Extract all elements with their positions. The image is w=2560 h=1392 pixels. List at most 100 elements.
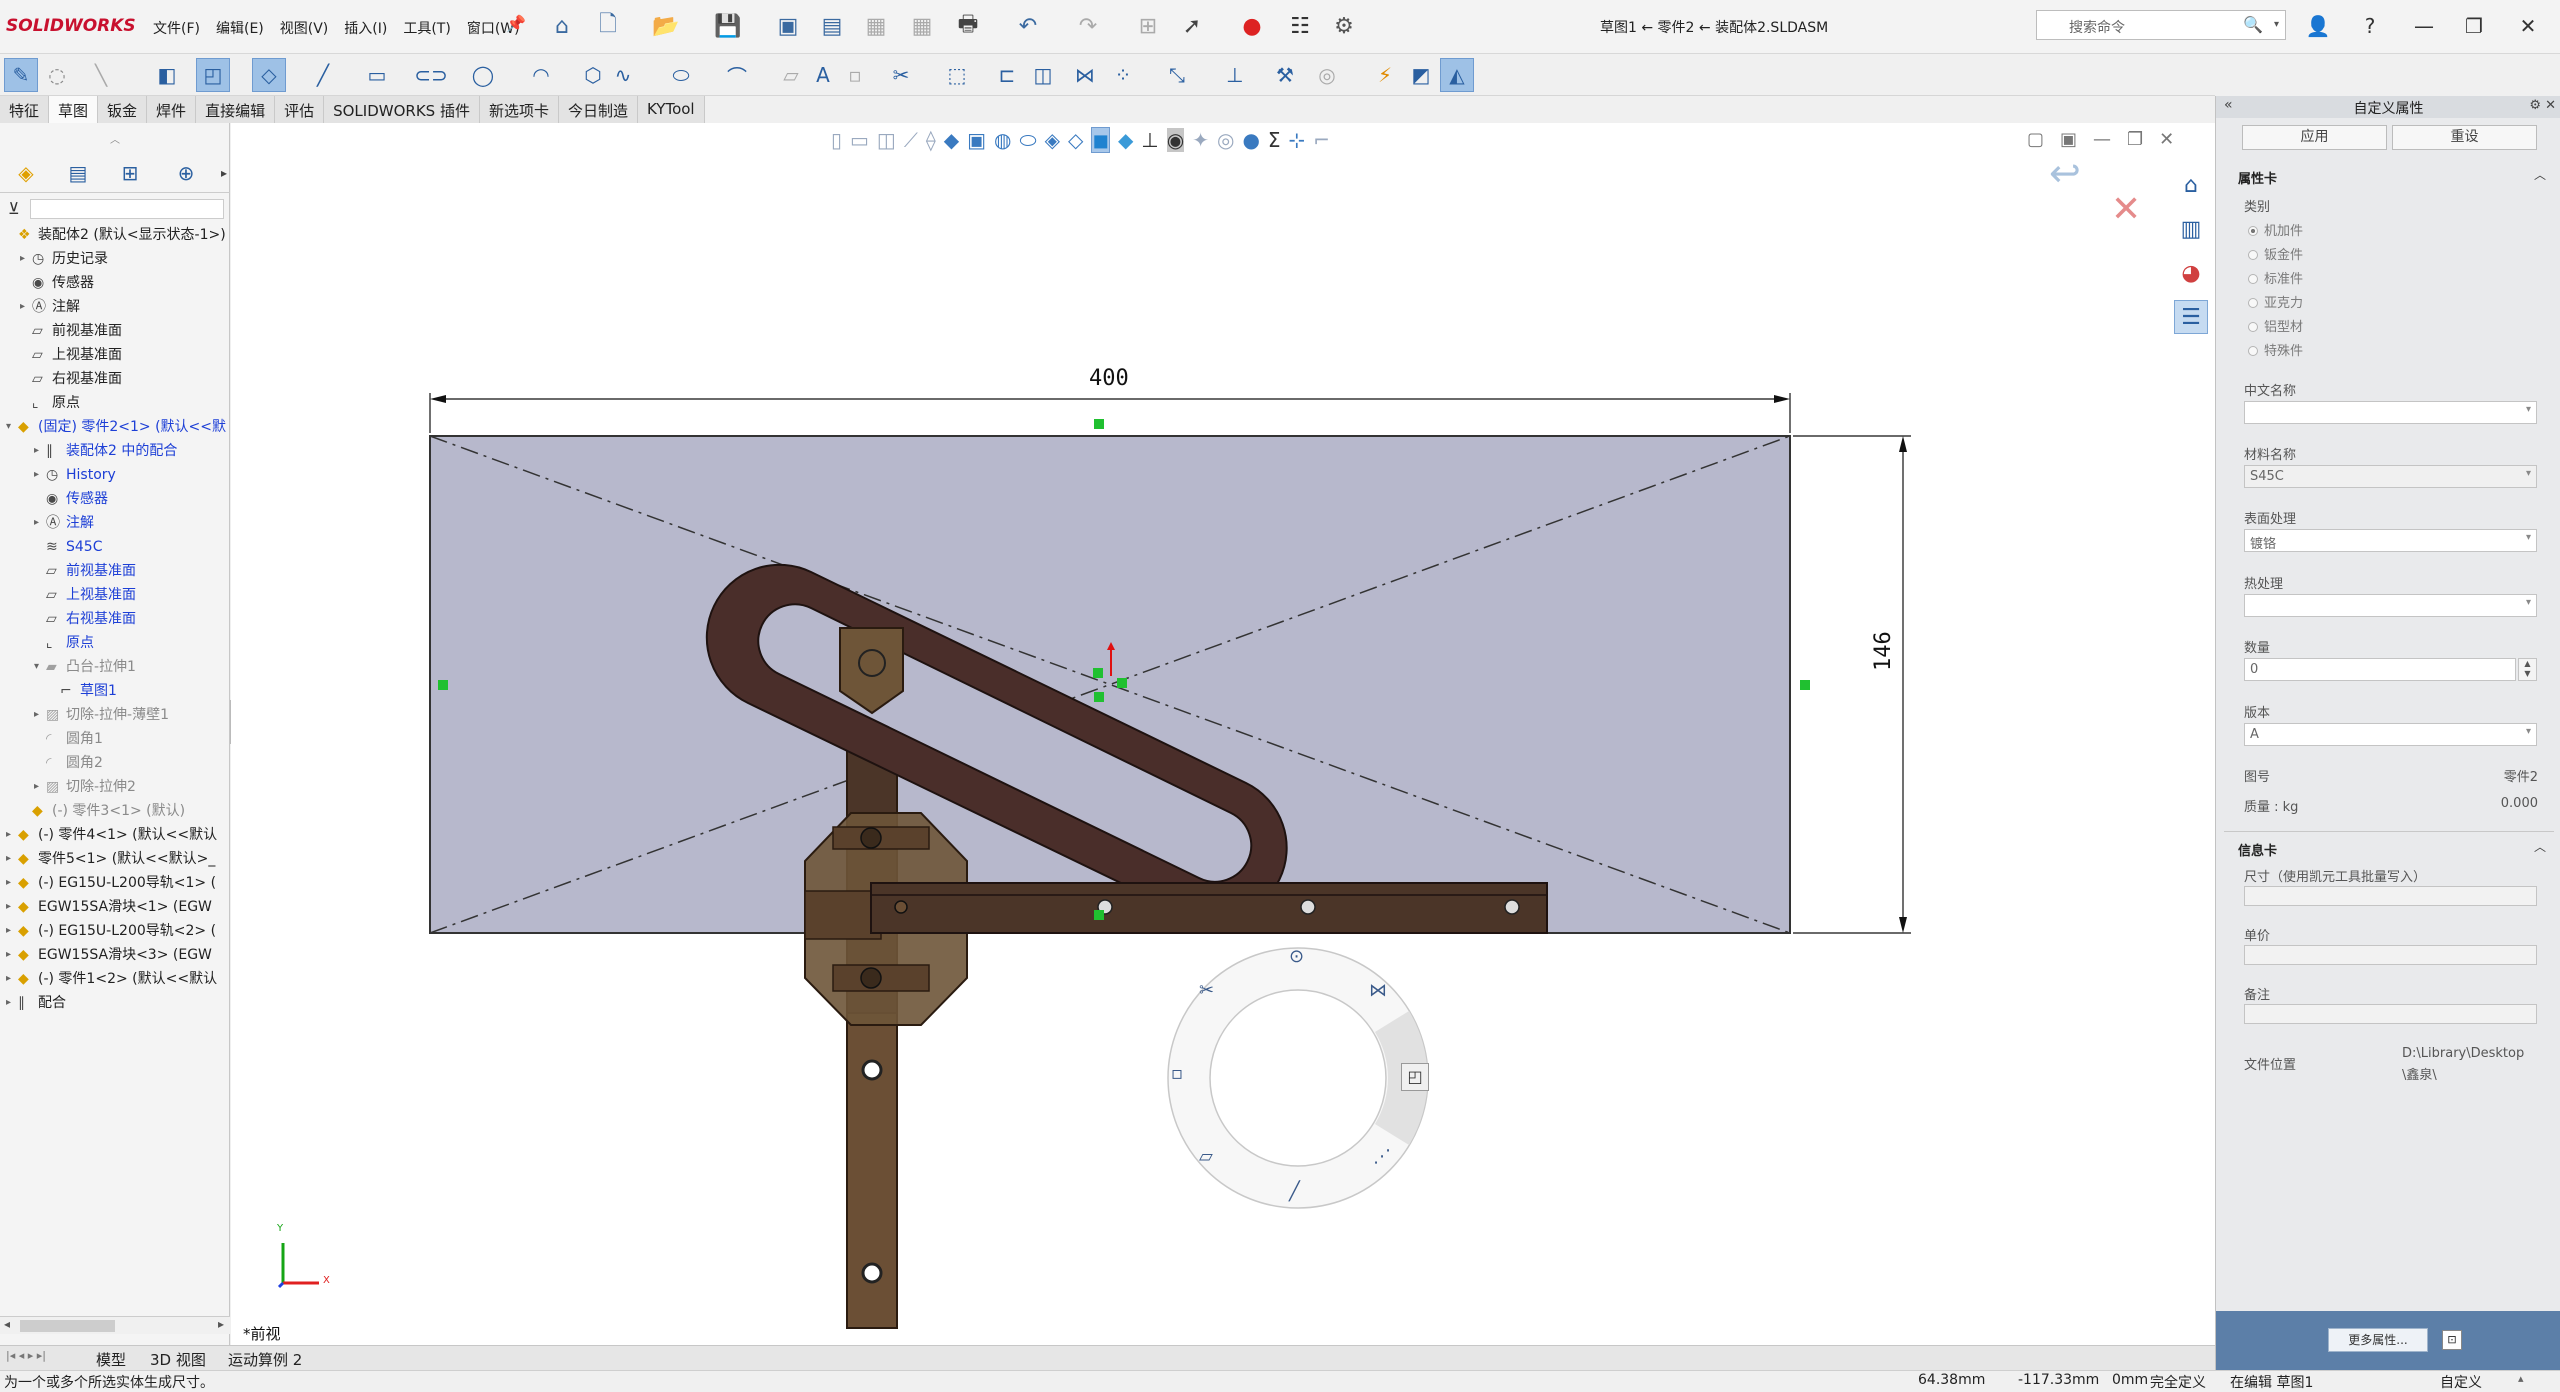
radio-acrylic[interactable]: 亚克力	[2248, 292, 2303, 311]
tree-item[interactable]: ▸ ▨ 切除-拉伸2	[0, 775, 230, 799]
shaded-sketch-icon[interactable]: ◭	[1440, 58, 1474, 92]
tree-item[interactable]: ⌞ 原点	[0, 391, 230, 415]
text-icon[interactable]: A	[806, 58, 840, 92]
config-manager-tab-icon[interactable]: ⊞	[112, 157, 148, 189]
menu-insert[interactable]: 插入(I)	[336, 18, 395, 38]
tree-item[interactable]: ▸ Ⓐ 注解	[0, 511, 230, 535]
tree-expander-icon[interactable]: ▸	[6, 871, 18, 895]
trim-icon[interactable]: ✂	[884, 58, 918, 92]
traffic-light-icon[interactable]: ●	[1236, 10, 1268, 42]
tree-expander-icon[interactable]: ▸	[6, 991, 18, 1015]
radio-standard[interactable]: 标准件	[2248, 268, 2303, 287]
undo-icon[interactable]: ↶	[1012, 10, 1044, 42]
tree-item[interactable]: ▸ ◷ 历史记录	[0, 247, 230, 271]
dim-height-value[interactable]: 146	[1871, 631, 1896, 671]
handle-right[interactable]	[1800, 680, 1810, 690]
open-folder-icon[interactable]: 📂	[650, 10, 682, 42]
tree-item[interactable]: ▾ ▰ 凸台-拉伸1	[0, 655, 230, 679]
polygon-icon[interactable]: ⬡	[576, 58, 610, 92]
offset-surface-icon[interactable]: ◫	[1026, 58, 1060, 92]
sketch-draw-icon[interactable]: ◇	[252, 58, 286, 92]
tab-motion-study[interactable]: 运动算例 2	[228, 1349, 302, 1370]
rapid-sketch-icon[interactable]: ⚡	[1368, 58, 1402, 92]
pattern-icon[interactable]: ⁘	[1106, 58, 1140, 92]
custom-properties-tab-icon[interactable]: ☰	[2174, 300, 2208, 334]
point-icon[interactable]: ▫	[838, 58, 872, 92]
tree-item[interactable]: ◜ 圆角1	[0, 727, 230, 751]
heat-select[interactable]: ▾	[2244, 594, 2537, 617]
tree-item[interactable]: ▸ ◆ EGW15SA滑块<3> (EGW	[0, 943, 230, 967]
tree-item[interactable]: ◉ 传感器	[0, 487, 230, 511]
tab-model[interactable]: 模型	[96, 1349, 126, 1370]
gesture-parallelogram-icon[interactable]: ▱	[1199, 1146, 1213, 1167]
tree-item[interactable]: ▸ Ⓐ 注解	[0, 295, 230, 319]
tree-item[interactable]: ❖ 装配体2 (默认<显示状态-1>)	[0, 223, 230, 247]
select-cursor-icon[interactable]: ➚	[1176, 10, 1208, 42]
gesture-trim-icon[interactable]: ✂	[1199, 980, 1214, 1001]
tree-item[interactable]: ⌞ 原点	[0, 631, 230, 655]
gesture-mirror-icon[interactable]: ⋈	[1369, 980, 1387, 1001]
arc-icon[interactable]: ◠	[524, 58, 558, 92]
tab-evaluate[interactable]: 评估	[275, 96, 325, 123]
tab-weldments[interactable]: 焊件	[147, 96, 197, 123]
tree-item[interactable]: ▸ ◆ (-) EG15U-L200导轨<2> (	[0, 919, 230, 943]
search-icon[interactable]: 🔍	[2243, 15, 2263, 34]
graphics-area[interactable]: ▯ ▭ ◫ ⟋ ⟠ ◆ ▣ ◍ ⬭ ◈ ◇ ◼ ◆ ⊥ ◉ ✦ ◎ ● Σ ⊹ …	[231, 123, 2215, 1345]
help-icon[interactable]: ?	[2350, 10, 2390, 42]
handle-center[interactable]	[1094, 692, 1104, 702]
tree-expander-icon[interactable]: ▸	[20, 295, 32, 319]
tree-item[interactable]: ▱ 上视基准面	[0, 343, 230, 367]
instant2d-icon[interactable]: ◩	[1404, 58, 1438, 92]
tree-item[interactable]: ▸ ∥ 装配体2 中的配合	[0, 439, 230, 463]
reset-button[interactable]: 重设	[2392, 125, 2537, 150]
plane-gray-icon[interactable]: ▱	[774, 58, 808, 92]
redo-icon[interactable]: ↷	[1072, 10, 1104, 42]
quick-snap-icon[interactable]: ◎	[1310, 58, 1344, 92]
tree-item[interactable]: ▱ 上视基准面	[0, 583, 230, 607]
tab-nav-first-icon[interactable]: |◂ ◂ ▸ ▸|	[6, 1349, 46, 1362]
user-icon[interactable]: 👤	[2298, 10, 2338, 42]
scroll-left-icon[interactable]: ◂	[4, 1317, 10, 1331]
tab-sheetmetal[interactable]: 钣金	[98, 96, 148, 123]
tree-item[interactable]: ▸ ◆ EGW15SA滑块<1> (EGW	[0, 895, 230, 919]
scroll-thumb[interactable]	[20, 1320, 115, 1332]
handle-bottom[interactable]	[1094, 910, 1104, 920]
radio-machined[interactable]: 机加件	[2248, 220, 2303, 239]
tree-item[interactable]: ⌐ 草图1	[0, 679, 230, 703]
sketch-canvas[interactable]	[231, 123, 2215, 1345]
tab-new[interactable]: 新选项卡	[479, 96, 559, 123]
scroll-right-icon[interactable]: ▸	[218, 1317, 224, 1331]
relation-icon[interactable]: ⊥	[1218, 58, 1252, 92]
minimize-icon[interactable]: —	[2404, 10, 2444, 42]
status-chevron-up-icon[interactable]: ▴	[2518, 1372, 2524, 1385]
dimxpert-tab-icon[interactable]: ⊕	[168, 157, 204, 189]
appearances-icon[interactable]: ◕	[2174, 256, 2208, 290]
tab-sketch[interactable]: 草图	[49, 96, 99, 123]
tree-item[interactable]: ≋ S45C	[0, 535, 230, 559]
tree-item[interactable]: ▸ ◆ (-) 零件1<2> (默认<<默认	[0, 967, 230, 991]
line-icon[interactable]: ╱	[306, 58, 340, 92]
tree-expander-icon[interactable]: ▸	[6, 847, 18, 871]
exit-sketch-icon[interactable]: ✎	[4, 58, 38, 92]
save-icon[interactable]: 💾	[712, 10, 744, 42]
tree-item[interactable]: ▸ ∥ 配合	[0, 991, 230, 1015]
tree-item[interactable]: ▾ ◆ (固定) 零件2<1> (默认<<默	[0, 415, 230, 439]
surface-select[interactable]: 镀铬 ▾	[2244, 529, 2537, 552]
gesture-dimension-icon[interactable]: ◰	[1401, 1063, 1429, 1091]
tree-expander-icon[interactable]: ▸	[6, 967, 18, 991]
tree-item[interactable]: ▱ 前视基准面	[0, 319, 230, 343]
smart-dimension-off-icon[interactable]: ◌	[40, 58, 74, 92]
close-icon[interactable]: ✕	[2508, 10, 2548, 42]
filter-icon[interactable]: ⊻	[8, 199, 20, 218]
tree-item[interactable]: ▱ 前视基准面	[0, 559, 230, 583]
chevron-up-icon-2[interactable]: ︿	[2534, 838, 2546, 855]
print-icon[interactable]: 🖶	[952, 10, 984, 42]
origin-point-2[interactable]	[1117, 678, 1127, 688]
tab-kytool[interactable]: KYTool	[637, 96, 705, 123]
tree-item[interactable]: ◜ 圆角2	[0, 751, 230, 775]
unit-price-input[interactable]	[2244, 945, 2537, 965]
gear-icon[interactable]: ⚙	[1328, 10, 1360, 42]
tree-item[interactable]: ▸ ◷ History	[0, 463, 230, 487]
pane-pin-icon[interactable]: ⊡	[2442, 1330, 2462, 1350]
apply-button[interactable]: 应用	[2242, 125, 2387, 150]
